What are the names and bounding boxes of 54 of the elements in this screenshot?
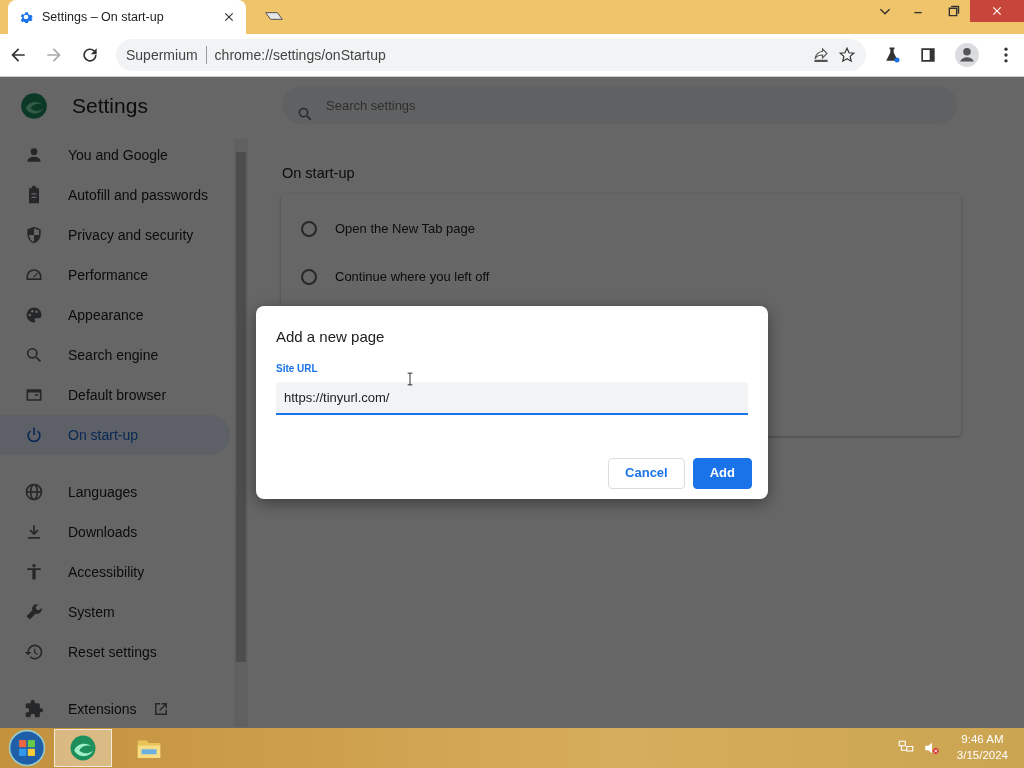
url-input-field[interactable]: https://tinyurl.com/ <box>276 381 748 415</box>
history-icon <box>24 642 44 662</box>
person-icon <box>24 145 44 165</box>
section-title: On start-up <box>282 164 356 183</box>
side-panel-icon[interactable] <box>918 45 938 65</box>
reload-icon[interactable] <box>80 45 100 65</box>
sidebar-item[interactable]: System <box>0 592 230 632</box>
url-text: chrome://settings/onStartup <box>214 45 387 65</box>
share-icon[interactable] <box>812 46 830 64</box>
globe-icon <box>24 482 44 502</box>
field-label: Site URL <box>276 361 319 376</box>
option-label: Open the New Tab page <box>335 220 475 239</box>
site-name: Supermium <box>126 45 198 65</box>
sidebar-item[interactable]: Search engine <box>0 335 230 375</box>
browser-tab[interactable]: Settings – On start-up <box>8 0 246 34</box>
palette-icon <box>24 305 44 325</box>
app-logo <box>20 92 48 120</box>
sidebar-item[interactable]: Default browser <box>0 375 230 415</box>
app-logo <box>68 733 98 763</box>
sidebar-item[interactable]: Performance <box>0 255 230 295</box>
star-icon[interactable] <box>838 46 856 64</box>
shield-icon <box>24 225 44 245</box>
sidebar-item[interactable]: Downloads <box>0 512 230 552</box>
option-label: Continue where you left off <box>335 268 490 287</box>
sidebar-item[interactable]: Appearance <box>0 295 230 335</box>
sidebar-item[interactable]: Privacy and security <box>0 215 230 255</box>
clock-date[interactable]: 3/15/2024 <box>956 748 1008 764</box>
cancel-button[interactable]: Cancel <box>608 457 685 489</box>
radio-button[interactable] <box>301 221 317 237</box>
clock-time[interactable]: 9:46 AM <box>956 732 1008 748</box>
radio-button[interactable] <box>301 269 317 285</box>
dialog-title: Add a new page <box>276 327 386 347</box>
power-icon <box>24 425 44 445</box>
accessibility-icon <box>24 562 44 582</box>
add-button[interactable]: Add <box>692 457 752 489</box>
taskbar-app[interactable] <box>54 729 112 767</box>
sidebar-item[interactable]: Reset settings <box>0 632 230 672</box>
profile-avatar[interactable] <box>954 42 980 68</box>
close-icon <box>990 4 1004 18</box>
close-icon[interactable] <box>222 10 236 24</box>
puzzle-icon <box>24 699 44 719</box>
gear-icon <box>18 9 34 25</box>
search-icon <box>296 105 314 123</box>
sidebar-item[interactable]: Accessibility <box>0 552 230 592</box>
sidebar-item[interactable]: Autofill and passwords <box>0 175 230 215</box>
page-title: Settings <box>72 93 148 120</box>
tab-title: Settings – On start-up <box>42 8 165 26</box>
wrench-icon <box>24 602 44 622</box>
sidebar-item[interactable]: On start-up <box>0 415 230 455</box>
search-icon <box>24 345 44 365</box>
sidebar-item[interactable]: You and Google <box>0 135 230 175</box>
start-button[interactable] <box>8 729 46 767</box>
sidebar-item[interactable]: Languages <box>0 472 230 512</box>
address-bar[interactable]: Supermium chrome://settings/onStartup <box>116 39 866 71</box>
